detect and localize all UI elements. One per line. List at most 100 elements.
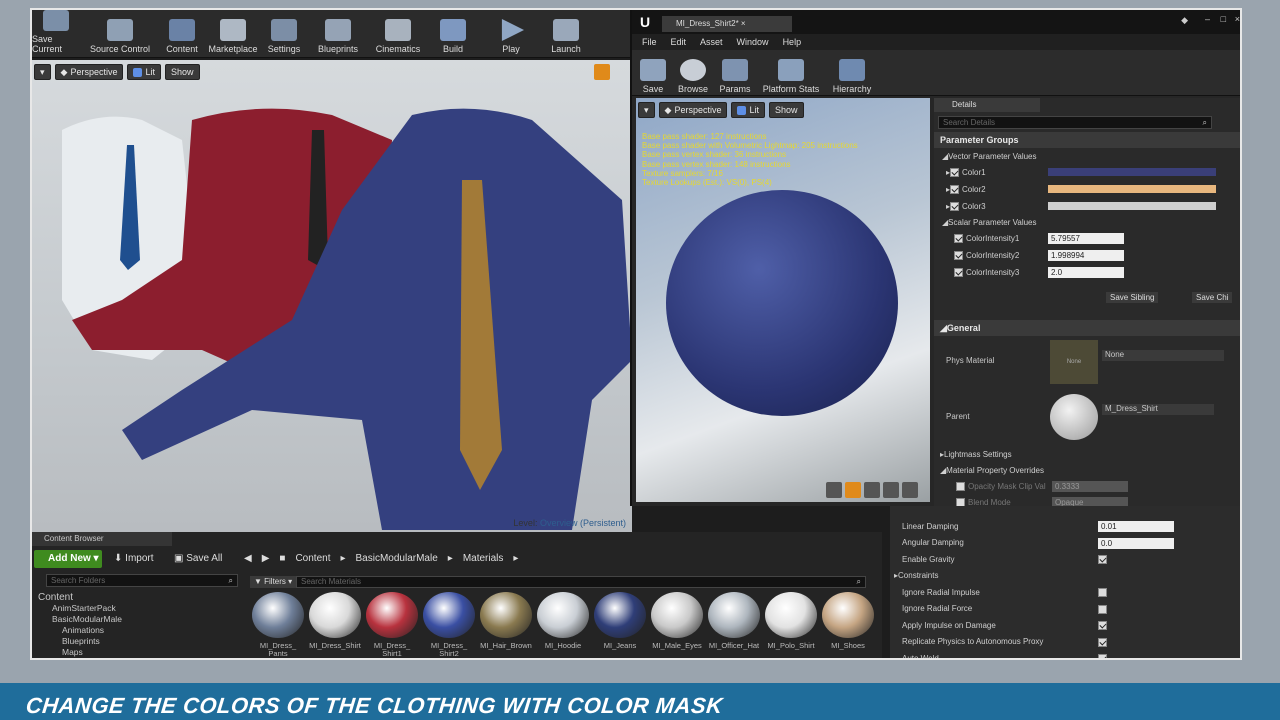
folder-basicmodularmale[interactable]: BasicModularMale <box>38 614 122 625</box>
parent-dropdown[interactable]: M_Dress_Shirt <box>1102 404 1214 415</box>
parameter-groups-header[interactable]: Parameter Groups <box>934 132 1240 148</box>
asset-thumbnail[interactable] <box>708 592 760 638</box>
platform-stats-button[interactable]: Platform Stats <box>760 50 822 96</box>
asset-thumbnail[interactable] <box>594 592 646 638</box>
asset-thumbnail[interactable] <box>252 592 304 638</box>
material-tab[interactable]: MI_Dress_Shirt2* × <box>662 16 792 32</box>
import-button[interactable]: ⬇ Import <box>114 553 154 564</box>
content-browser-tab[interactable]: Content Browser <box>32 532 172 546</box>
teapot-icon[interactable] <box>902 482 918 498</box>
physics-checkbox[interactable] <box>1098 604 1107 614</box>
menu-file[interactable]: File <box>642 37 657 47</box>
scalar-param-input[interactable]: 1.998994 <box>1048 250 1124 261</box>
plane-icon[interactable] <box>864 482 880 498</box>
phys-material-dropdown[interactable]: None <box>1102 350 1224 361</box>
save-current-button[interactable]: Save Current <box>32 10 80 56</box>
menu-window[interactable]: Window <box>737 37 769 47</box>
blueprints-button[interactable]: Blueprints <box>316 10 360 56</box>
asset-thumbnail[interactable] <box>366 592 418 638</box>
folder-animations[interactable]: Animations <box>38 625 122 636</box>
folder-animstarterpack[interactable]: AnimStarterPack <box>38 603 122 614</box>
play-button[interactable]: Play <box>494 10 528 56</box>
viewport-options-button[interactable]: ▾ <box>638 102 655 118</box>
color-swatch[interactable] <box>1048 202 1216 210</box>
physics-checkbox[interactable] <box>1098 637 1107 647</box>
menu-asset[interactable]: Asset <box>700 37 723 47</box>
source-control-button[interactable]: Source Control <box>88 10 152 56</box>
save-all-button[interactable]: ▣ Save All <box>174 553 222 564</box>
details-tab[interactable]: Details <box>934 98 1040 112</box>
content-button[interactable]: Content <box>164 10 200 56</box>
launch-button[interactable]: Launch <box>546 10 586 56</box>
color-param-checkbox[interactable] <box>950 184 960 194</box>
physics-checkbox[interactable] <box>1098 555 1107 564</box>
scalar-param-checkbox[interactable] <box>954 250 963 260</box>
color-param-checkbox[interactable] <box>950 167 960 177</box>
scalar-param-input[interactable]: 5.79557 <box>1048 233 1124 244</box>
physics-checkbox[interactable] <box>1098 621 1107 630</box>
physics-number-input[interactable]: 0.0 <box>1098 537 1174 549</box>
add-new-button[interactable]: Add New ▾ <box>34 550 102 568</box>
color-param-checkbox[interactable] <box>950 201 960 211</box>
cylinder-icon[interactable] <box>826 482 842 498</box>
hierarchy-button[interactable]: Hierarchy <box>830 50 874 96</box>
back-icon[interactable]: ◀ <box>244 553 252 564</box>
physics-checkbox[interactable] <box>1098 654 1107 658</box>
search-folders-input[interactable]: Search Folders ⌕ <box>46 574 238 587</box>
maximize-icon[interactable]: □ <box>1221 14 1226 24</box>
show-button[interactable]: Show <box>769 102 804 118</box>
save-child-button[interactable]: Save Chi <box>1192 292 1233 303</box>
asset-thumbnail[interactable] <box>480 592 532 638</box>
lightmass-settings-header[interactable]: ▸ Lightmass Settings <box>934 446 1240 462</box>
menu-help[interactable]: Help <box>783 37 802 47</box>
settings-button[interactable]: Settings <box>264 10 304 56</box>
save-sibling-button[interactable]: Save Sibling <box>1106 292 1159 303</box>
material-preview-viewport[interactable]: ▾ ◆ Perspective Lit Show Base pass shader… <box>636 98 930 502</box>
physics-number-input[interactable]: 0.01 <box>1098 521 1174 532</box>
cinematics-button[interactable]: Cinematics <box>374 10 422 56</box>
scalar-param-checkbox[interactable] <box>954 267 963 277</box>
perspective-button[interactable]: ◆ Perspective <box>658 102 728 118</box>
search-details-input[interactable]: Search Details ⌕ <box>938 116 1212 129</box>
params-button[interactable]: Params <box>718 50 752 96</box>
general-header[interactable]: ◢ General <box>934 320 1240 336</box>
breadcrumb-basicmodularmale[interactable]: BasicModularMale <box>356 553 438 564</box>
level-viewport[interactable]: ▾ ◆ Perspective Lit Show Level: Overview … <box>32 60 632 532</box>
filters-button[interactable]: ▼ Filters ▾ <box>250 576 297 588</box>
asset-thumbnail[interactable] <box>309 592 361 638</box>
forward-icon[interactable]: ▶ <box>262 553 270 564</box>
sphere-icon[interactable] <box>845 482 861 498</box>
asset-thumbnail[interactable] <box>651 592 703 638</box>
folder-content[interactable]: Content <box>38 592 122 603</box>
opacity-clip-input[interactable]: 0.3333 <box>1052 481 1128 492</box>
menu-edit[interactable]: Edit <box>671 37 687 47</box>
browse-button[interactable]: Browse <box>676 50 710 96</box>
physics-row: Linear Damping 0.01 <box>890 518 1240 534</box>
breadcrumb-content[interactable]: Content <box>295 553 330 564</box>
vector-params-header[interactable]: ◢ Vector Parameter Values <box>934 148 1240 164</box>
folder-blueprints[interactable]: Blueprints <box>38 636 122 647</box>
marketplace-button[interactable]: Marketplace <box>206 10 260 56</box>
opacity-clip-checkbox[interactable] <box>956 481 965 491</box>
physics-label: Auto Weld <box>902 653 939 660</box>
build-button[interactable]: Build <box>436 10 470 56</box>
asset-thumbnail[interactable] <box>822 592 874 638</box>
asset-thumbnail[interactable] <box>423 592 475 638</box>
cube-icon[interactable] <box>883 482 899 498</box>
save-button[interactable]: Save <box>638 50 668 96</box>
scalar-param-input[interactable]: 2.0 <box>1048 267 1124 278</box>
lit-button[interactable]: Lit <box>731 102 765 118</box>
physics-checkbox[interactable] <box>1098 588 1107 597</box>
asset-thumbnail[interactable] <box>765 592 817 638</box>
color-swatch[interactable] <box>1048 168 1216 176</box>
breadcrumb-materials[interactable]: Materials <box>463 553 504 564</box>
folder-maps[interactable]: Maps <box>38 647 122 658</box>
close-icon[interactable]: × <box>1235 14 1240 24</box>
search-materials-input[interactable]: Search Materials ⌕ <box>296 576 866 588</box>
color-swatch[interactable] <box>1048 185 1216 193</box>
minimize-icon[interactable]: – <box>1205 14 1210 24</box>
scalar-param-checkbox[interactable] <box>954 233 963 243</box>
scalar-params-header[interactable]: ◢ Scalar Parameter Values <box>934 214 1240 230</box>
material-override-header[interactable]: ◢ Material Property Overrides <box>934 462 1240 478</box>
asset-thumbnail[interactable] <box>537 592 589 638</box>
